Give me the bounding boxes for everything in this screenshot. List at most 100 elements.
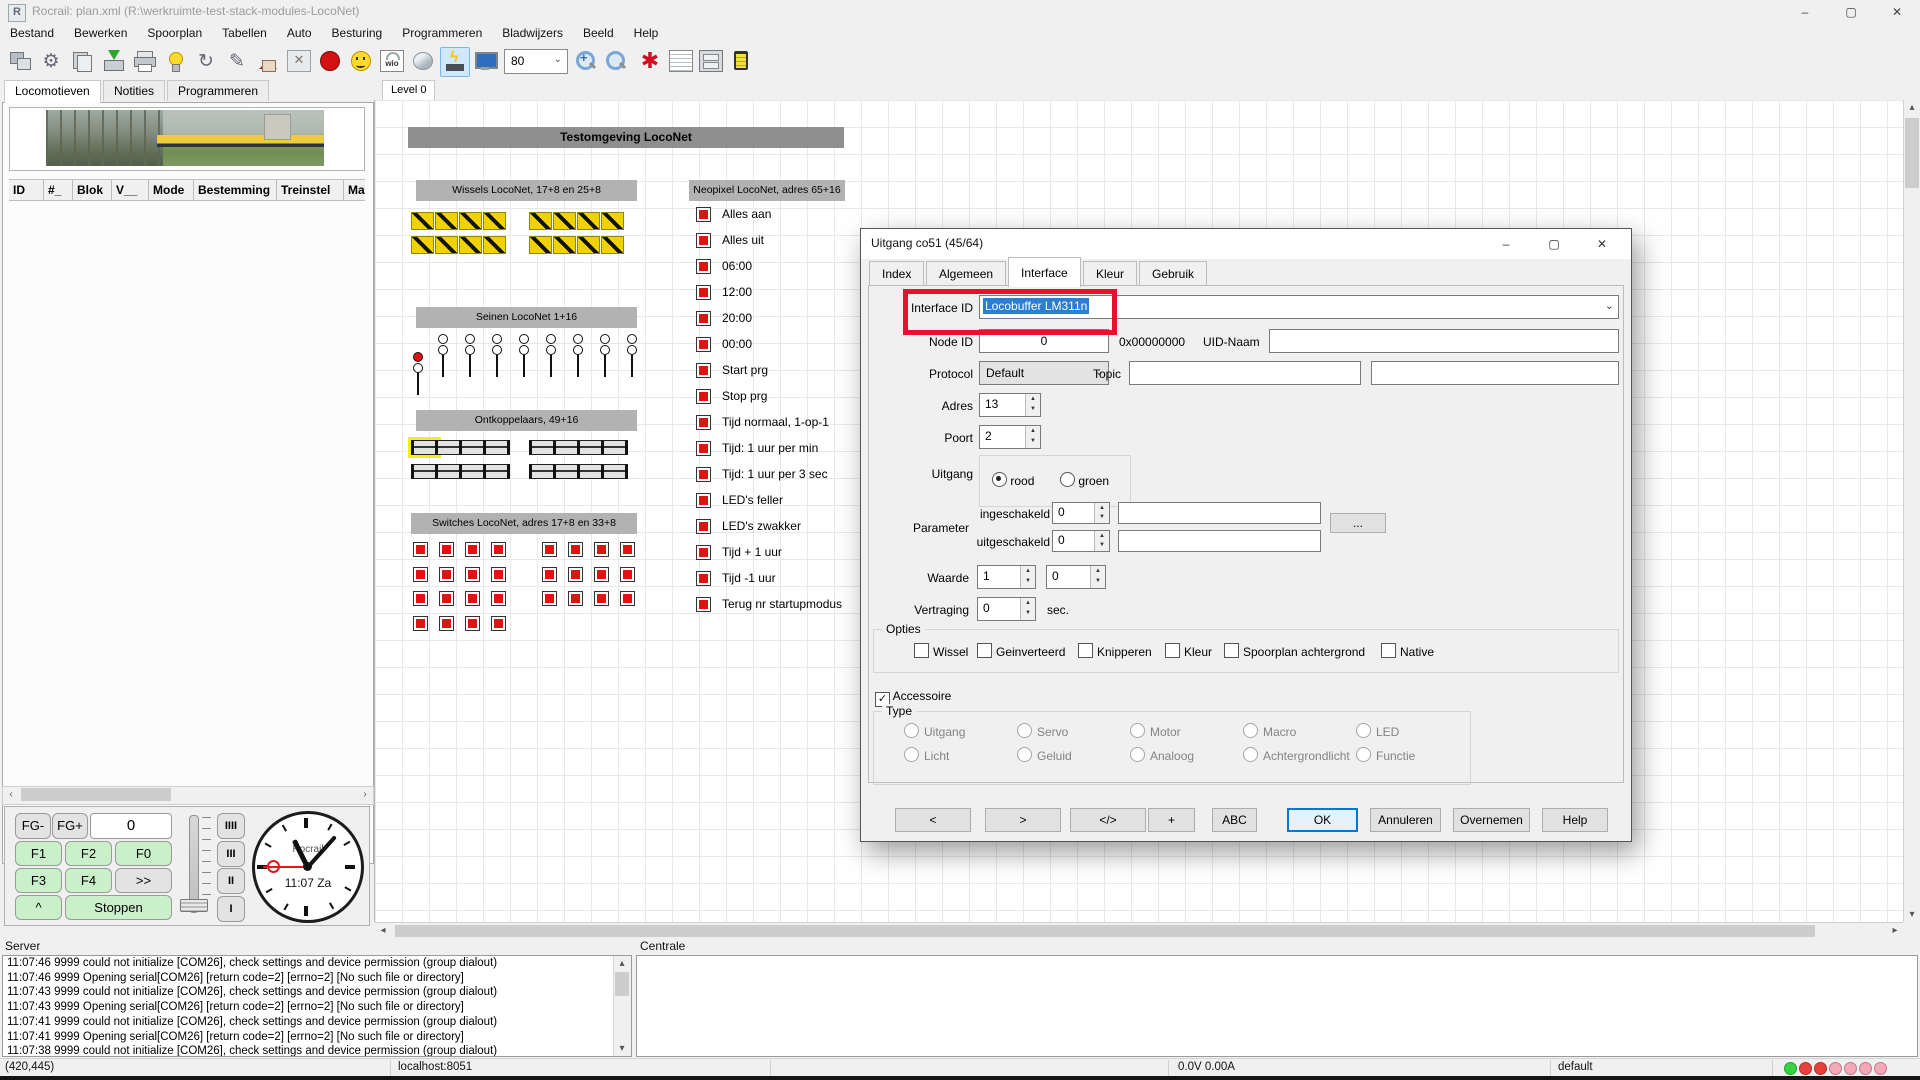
output-button-icon[interactable] (696, 207, 711, 222)
spin-down-icon[interactable]: ▼ (1021, 609, 1035, 620)
fg-minus-button[interactable]: FG- (15, 813, 51, 839)
decoupler-symbol[interactable] (577, 440, 604, 455)
smiley-icon[interactable] (347, 47, 375, 75)
hscroll-thumb[interactable] (21, 788, 171, 801)
option-checkbox[interactable]: Spoorplan achtergrond (1224, 643, 1365, 659)
table-header-cell[interactable]: Treinstel (277, 180, 344, 200)
turnout-symbol[interactable] (577, 212, 600, 230)
refresh-loop-icon[interactable]: ↻ (192, 47, 220, 75)
f3-button[interactable]: F3 (15, 868, 62, 893)
signal-symbol[interactable] (625, 334, 639, 380)
f1-button[interactable]: F1 (15, 841, 62, 866)
radio-icon[interactable] (904, 747, 919, 762)
spin-down-icon[interactable]: ▼ (1026, 437, 1040, 448)
dialog-button[interactable]: < (895, 808, 971, 832)
signal-symbol[interactable] (598, 334, 612, 380)
switch-button-icon[interactable] (594, 567, 609, 582)
dialog-button[interactable]: Overnemen (1453, 808, 1530, 832)
decoupler-symbol[interactable] (411, 440, 438, 455)
groen-radio[interactable]: groen (1060, 472, 1109, 488)
waarde-spinner-1[interactable]: 1 ▲▼ (977, 565, 1036, 589)
brake-step-button[interactable]: IIII (217, 813, 245, 839)
type-radio[interactable]: Functie (1356, 747, 1469, 763)
output-button-icon[interactable] (696, 571, 711, 586)
throttle-slider-thumb[interactable] (180, 899, 208, 912)
param-browse-button[interactable]: ... (1330, 513, 1386, 533)
dialog-button[interactable]: OK (1287, 808, 1358, 832)
signal-symbol[interactable] (571, 334, 585, 380)
param-off-spinner[interactable]: 0 ▲▼ (1052, 530, 1110, 552)
menu-item[interactable]: Help (624, 24, 669, 44)
neopixel-action[interactable]: Alles aan (696, 201, 896, 227)
radio-icon[interactable] (904, 723, 919, 738)
left-panel-hscrollbar[interactable]: ‹ › (2, 786, 374, 805)
signal-symbol[interactable] (544, 334, 558, 380)
dialog-button[interactable]: Help (1542, 808, 1608, 832)
fg-plus-button[interactable]: FG+ (52, 813, 88, 839)
switch-button-icon[interactable] (620, 542, 635, 557)
decoupler-symbol[interactable] (553, 464, 580, 479)
switch-button-icon[interactable] (465, 542, 480, 557)
param-on-field[interactable] (1118, 502, 1321, 524)
print-icon[interactable] (130, 47, 158, 75)
turnout-symbol[interactable] (483, 236, 506, 254)
settings-gears-icon[interactable]: ⚙ (37, 47, 65, 75)
signal-symbol[interactable] (436, 334, 450, 380)
edit-pencil-icon[interactable]: ✎ (223, 47, 251, 75)
checkbox-icon[interactable] (1078, 643, 1093, 658)
f2-button[interactable]: F2 (65, 841, 112, 866)
decoupler-symbol[interactable] (459, 440, 486, 455)
radio-icon[interactable] (1356, 723, 1371, 738)
output-button-icon[interactable] (696, 363, 711, 378)
type-radio[interactable]: LED (1356, 723, 1469, 739)
radio-icon[interactable] (1130, 747, 1145, 762)
close-x-icon[interactable]: ✕ (285, 47, 313, 75)
output-button-icon[interactable] (696, 519, 711, 534)
turnout-symbol[interactable] (553, 212, 576, 230)
param-on-spinner[interactable]: 0 ▲▼ (1052, 502, 1110, 524)
centrale-panel[interactable] (636, 955, 1918, 1057)
switch-button-icon[interactable] (594, 591, 609, 606)
wio-icon[interactable]: wio (378, 47, 406, 75)
checkbox-icon[interactable] (1165, 643, 1180, 658)
radio-icon[interactable] (1243, 723, 1258, 738)
track-power-icon[interactable]: ϟ (440, 47, 470, 77)
output-button-icon[interactable] (696, 467, 711, 482)
switch-button-icon[interactable] (594, 542, 609, 557)
option-checkbox[interactable]: Knipperen (1078, 643, 1152, 659)
scroll-right-icon[interactable]: › (357, 787, 373, 802)
switch-button-icon[interactable] (568, 591, 583, 606)
scroll-left-icon[interactable]: ‹ (3, 787, 19, 802)
dialog-close-button[interactable]: ✕ (1579, 229, 1625, 259)
checkbox-icon[interactable] (914, 643, 929, 658)
switch-button-icon[interactable] (439, 542, 454, 557)
adres-spinner[interactable]: 13 ▲▼ (979, 393, 1041, 417)
checkbox-icon[interactable] (1224, 643, 1239, 658)
dialog-button[interactable]: + (1148, 808, 1195, 832)
table-header-cell[interactable]: Blok (73, 180, 112, 200)
radio-icon[interactable] (1243, 747, 1258, 762)
brake-step-button[interactable]: II (217, 868, 245, 894)
switch-button-icon[interactable] (413, 542, 428, 557)
scroll-down-icon[interactable]: ▾ (1904, 907, 1920, 922)
decoupler-symbol[interactable] (529, 440, 556, 455)
table-header-cell[interactable]: ID (9, 180, 44, 200)
turnout-symbol[interactable] (483, 212, 506, 230)
menu-item[interactable]: Bewerken (64, 24, 137, 44)
signal-symbol[interactable] (517, 334, 531, 380)
dialog-titlebar[interactable]: Uitgang co51 (45/64) – ▢ ✕ (861, 229, 1631, 259)
turnout-symbol[interactable] (435, 236, 458, 254)
workspace-icon[interactable] (6, 47, 34, 75)
server-log[interactable]: 11:07:46 9999 could not initialize [COM2… (2, 955, 632, 1057)
menu-item[interactable]: Besturing (322, 24, 393, 44)
scroll-left-icon[interactable]: ◂ (375, 923, 391, 938)
dialog-tab[interactable]: Algemeen (926, 261, 1006, 287)
signal-symbol[interactable] (490, 334, 504, 380)
decoupler-symbol[interactable] (435, 464, 462, 479)
type-radio[interactable]: Licht (904, 747, 1017, 763)
decoupler-symbol[interactable] (601, 440, 628, 455)
switch-button-icon[interactable] (491, 616, 506, 631)
radio-icon[interactable] (1130, 723, 1145, 738)
spin-down-icon[interactable]: ▼ (1026, 405, 1040, 416)
clipboard-note-icon[interactable] (728, 47, 756, 75)
